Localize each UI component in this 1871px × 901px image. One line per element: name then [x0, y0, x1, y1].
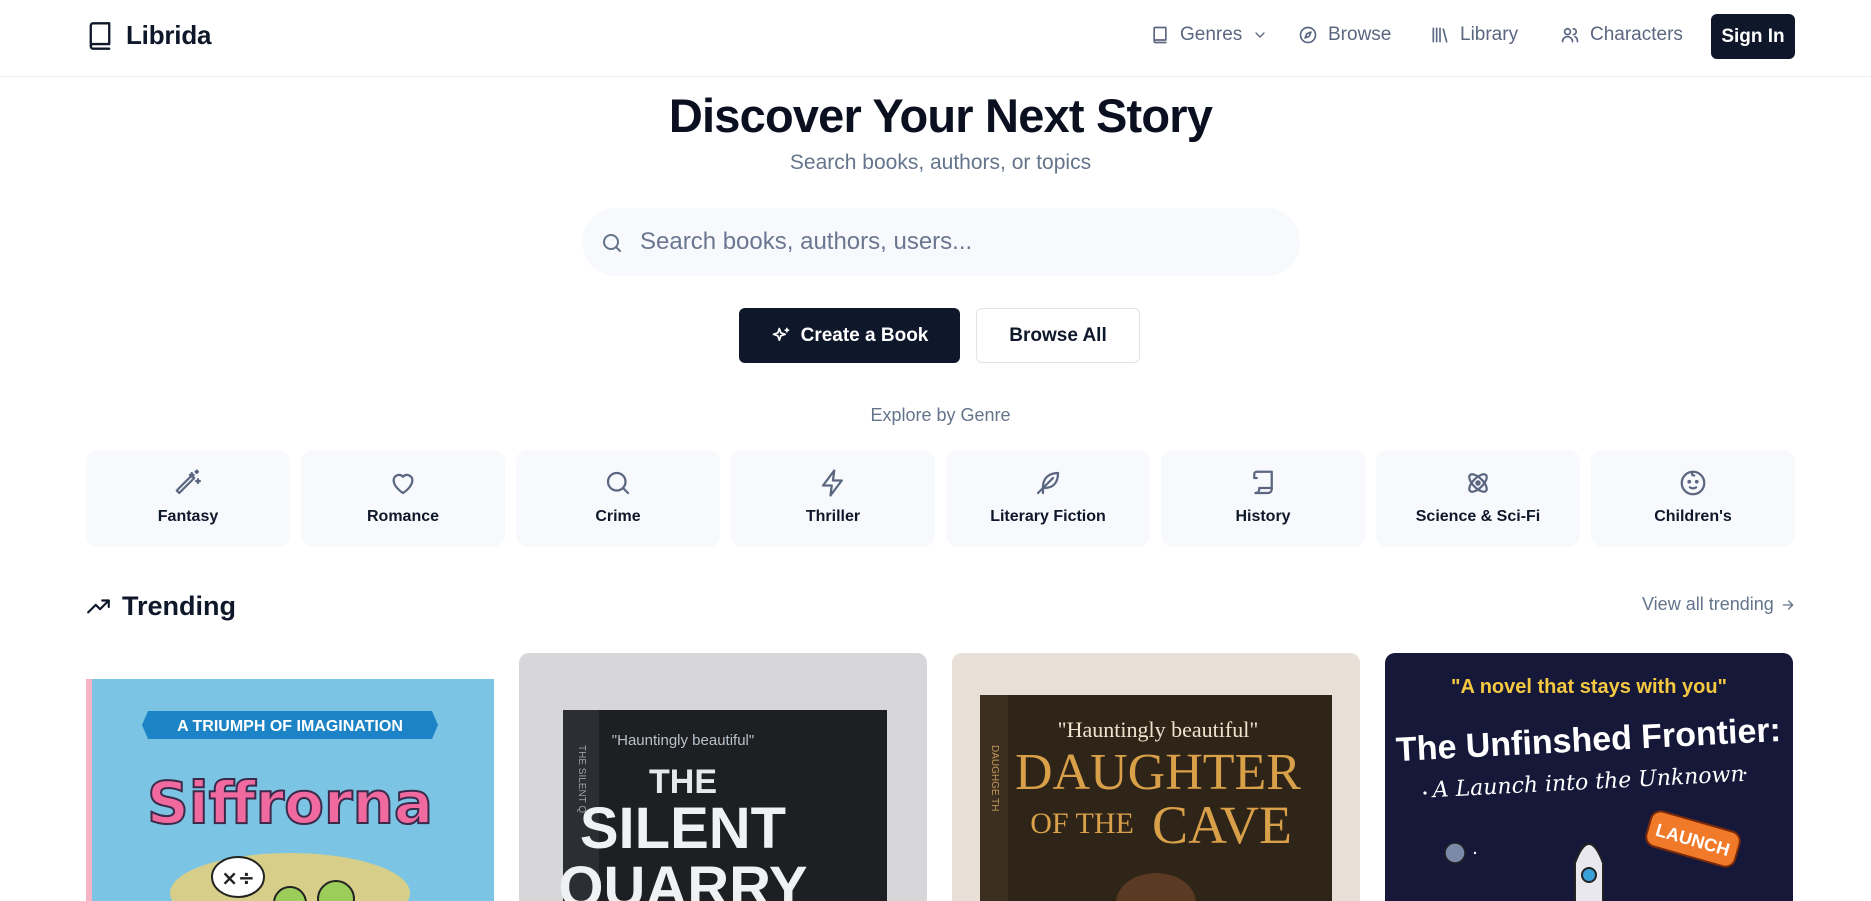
book-card[interactable]: A TRIUMPH OF IMAGINATION Siffrorna ×÷	[86, 653, 494, 901]
book-icon	[1153, 26, 1167, 44]
browse-all-button[interactable]: Browse All	[976, 308, 1140, 363]
nav-library-label: Library	[1460, 24, 1519, 45]
create-book-label: Create a Book	[800, 324, 929, 346]
nav-genres-label: Genres	[1180, 24, 1243, 45]
genre-label: Science & Sci-Fi	[1415, 508, 1541, 525]
genre-label: Romance	[366, 508, 440, 525]
magic-wand-icon	[175, 469, 201, 495]
feather-icon	[1036, 471, 1060, 495]
atom-icon	[1468, 473, 1488, 493]
view-all-label: View all trending	[1642, 594, 1774, 614]
trending-up-icon	[87, 598, 110, 613]
lightning-icon	[821, 469, 843, 497]
search-input[interactable]	[640, 222, 1260, 262]
genre-card-childrens[interactable]: Children's	[1591, 450, 1795, 547]
nav-characters-label: Characters	[1590, 24, 1683, 45]
users-icon	[1561, 27, 1579, 43]
genre-label: Crime	[595, 508, 641, 525]
library-icon	[1432, 27, 1448, 43]
genre-list: Fantasy Romance Crime Thriller Literary …	[86, 450, 1795, 547]
page-subtitle: Search books, authors, or topics	[789, 151, 1092, 174]
cover-banner: A TRIUMPH OF IMAGINATION	[177, 718, 403, 735]
cover-spine: DAUGHGE TH	[989, 745, 1000, 812]
top-header: Librida Genres Browse Library Characters…	[0, 0, 1871, 77]
genre-label: Children's	[1654, 508, 1732, 525]
view-all-trending-link[interactable]: View all trending	[1642, 594, 1796, 615]
cover-title-line1: DAUGHTER	[1015, 744, 1301, 801]
nav-characters[interactable]: Characters	[1560, 24, 1683, 46]
genre-label: History	[1235, 508, 1291, 525]
arrow-right-icon	[1782, 599, 1794, 610]
genre-label: Fantasy	[157, 508, 219, 525]
book-cover: "A novel that stays with you" The Unfins…	[1385, 653, 1793, 901]
cover-quote: "Hauntingly beautiful"	[612, 732, 754, 749]
genre-card-history[interactable]: History	[1161, 450, 1365, 547]
book-icon	[89, 21, 111, 50]
genre-card-thriller[interactable]: Thriller	[731, 450, 935, 547]
compass-icon	[1299, 26, 1317, 44]
genre-card-literary-fiction[interactable]: Literary Fiction	[946, 450, 1150, 547]
sparkles-icon	[772, 327, 789, 341]
search-bar	[582, 208, 1300, 276]
heart-icon	[392, 473, 414, 495]
genre-label: Thriller	[805, 508, 861, 525]
nav-browse[interactable]: Browse	[1298, 24, 1391, 46]
search-icon	[603, 234, 621, 252]
book-card[interactable]: "A novel that stays with you" The Unfins…	[1385, 653, 1793, 901]
genre-card-romance[interactable]: Romance	[301, 450, 505, 547]
book-card[interactable]: DAUGHGE TH "Hauntingly beautiful" DAUGHT…	[952, 653, 1360, 901]
cover-quote: "A novel that stays with you"	[1451, 676, 1727, 698]
nav-browse-label: Browse	[1328, 24, 1392, 45]
nav-library[interactable]: Library	[1430, 24, 1518, 46]
cover-title: Siffrorna	[147, 769, 433, 837]
brand-logo[interactable]: Librida	[86, 20, 211, 51]
trending-header: Trending	[86, 591, 236, 622]
create-book-button[interactable]: Create a Book	[739, 308, 960, 363]
cover-quote: "Hauntingly beautiful"	[1058, 717, 1259, 742]
genre-card-fantasy[interactable]: Fantasy	[86, 450, 290, 547]
page-title: Discover Your Next Story	[668, 89, 1213, 142]
baby-icon	[1680, 470, 1706, 496]
cover-title-line3: QUARRY	[558, 855, 807, 901]
search-icon	[606, 471, 630, 495]
scroll-icon	[1253, 470, 1273, 495]
book-card[interactable]: THE SILENT Q "Hauntingly beautiful" THE …	[519, 653, 927, 901]
genre-label: Literary Fiction	[990, 508, 1106, 525]
explore-genre-label: Explore by Genre	[870, 405, 1011, 425]
book-cover: A TRIUMPH OF IMAGINATION Siffrorna ×÷	[86, 653, 494, 901]
brand-name: Librida	[126, 20, 212, 50]
svg-text:×÷: ×÷	[221, 866, 255, 890]
book-cover: DAUGHGE TH "Hauntingly beautiful" DAUGHT…	[952, 653, 1360, 901]
chevron-down-icon	[1255, 32, 1265, 38]
genre-card-science-sci-fi[interactable]: Science & Sci-Fi	[1376, 450, 1580, 547]
genre-card-crime[interactable]: Crime	[516, 450, 720, 547]
nav-genres[interactable]: Genres	[1150, 24, 1268, 46]
cover-title-line3: CAVE	[1152, 795, 1292, 855]
cover-title-line2: OF THE	[1030, 807, 1134, 840]
trending-book-list: A TRIUMPH OF IMAGINATION Siffrorna ×÷ TH…	[86, 653, 1793, 901]
cover-title-line2: SILENT	[580, 796, 786, 861]
sign-in-button[interactable]: Sign In	[1711, 14, 1795, 59]
book-cover: THE SILENT Q "Hauntingly beautiful" THE …	[519, 653, 927, 901]
trending-title: Trending	[122, 591, 236, 621]
